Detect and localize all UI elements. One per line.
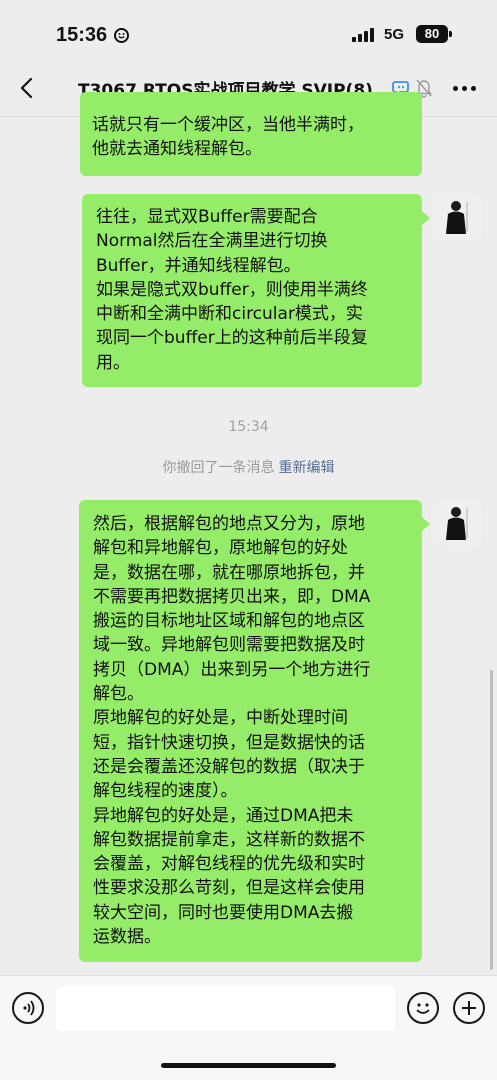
home-indicator xyxy=(161,1063,336,1068)
message-input[interactable] xyxy=(56,986,395,1031)
message-timestamp: 15:34 xyxy=(228,419,269,435)
message-tail-2 xyxy=(422,211,430,225)
message-tail-3 xyxy=(422,517,430,531)
message-bubble-3[interactable]: 然后，根据解包的地点又分为，原地 解包和异地解包，原地解包的好处 是，数据在哪，… xyxy=(79,500,422,962)
more-dots-icon[interactable] xyxy=(450,76,480,100)
status-time: 15:36 xyxy=(56,24,108,46)
network-type: 5G xyxy=(384,26,405,43)
smiley-icon xyxy=(114,28,129,43)
status-bar: 15:36 5G 80 xyxy=(0,0,497,62)
chat-screen: 15:36 5G 80 T3067 RTOS实战项目教学 SVIP(8) 话就只… xyxy=(0,0,497,1080)
avatar[interactable] xyxy=(436,194,482,240)
message-bubble-2[interactable]: 往往，显式双Buffer需要配合 Normal然后在全满里进行切换 Buffer… xyxy=(82,194,422,387)
voice-input-icon[interactable] xyxy=(12,992,44,1024)
chevron-left-icon[interactable] xyxy=(14,74,42,102)
recall-text: 你撤回了一条消息 xyxy=(162,460,275,476)
battery-level: 80 xyxy=(416,25,448,43)
message-bubble-1[interactable]: 话就只有一个缓冲区，当他半满时， 他就去通知线程解包。 xyxy=(80,92,422,176)
battery-tip xyxy=(449,31,452,37)
avatar[interactable] xyxy=(436,500,482,546)
recall-notice: 你撤回了一条消息 重新编辑 xyxy=(0,457,497,477)
plus-icon[interactable] xyxy=(453,992,485,1024)
emoji-icon[interactable] xyxy=(407,992,439,1024)
re-edit-link[interactable]: 重新编辑 xyxy=(279,460,335,476)
scrollbar[interactable] xyxy=(490,670,493,970)
